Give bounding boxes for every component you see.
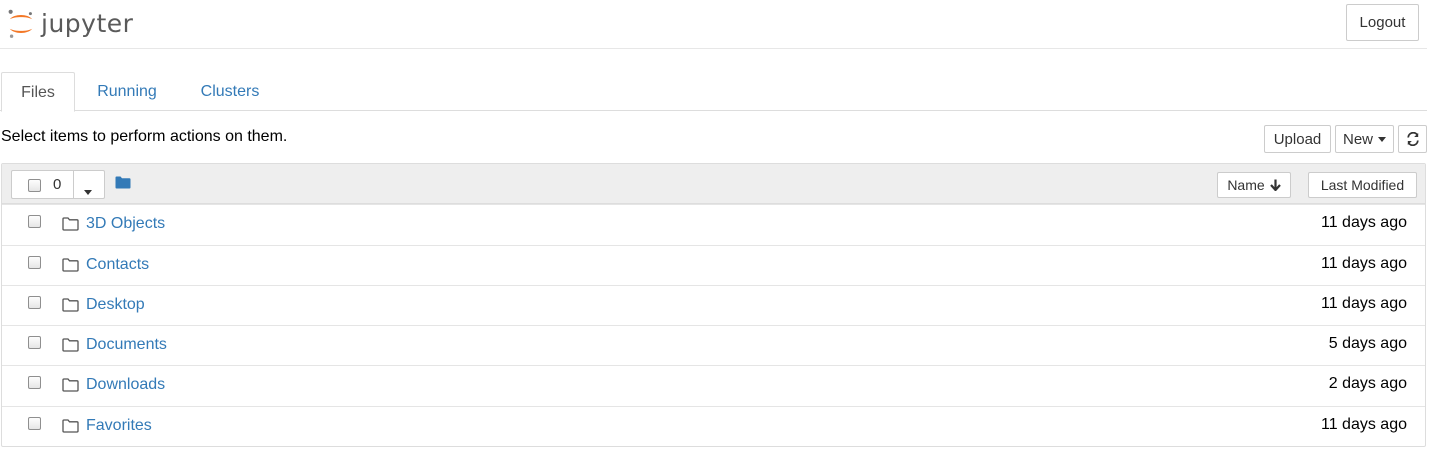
jupyter-logo-icon bbox=[8, 9, 33, 38]
item-name-link[interactable]: Contacts bbox=[86, 256, 149, 274]
item-checkbox[interactable] bbox=[28, 215, 41, 228]
folder-icon bbox=[62, 378, 79, 392]
item-checkbox[interactable] bbox=[28, 336, 41, 349]
logout-button[interactable]: Logout bbox=[1346, 4, 1419, 41]
item-modified: 2 days ago bbox=[1328, 375, 1407, 392]
jupyter-logo[interactable]: jupyter bbox=[6, 6, 133, 42]
tab-bar: Files Running Clusters bbox=[0, 72, 1427, 112]
list-item[interactable]: Favorites 11 days ago bbox=[2, 406, 1425, 446]
folder-icon bbox=[62, 338, 79, 352]
sort-by-name-button[interactable]: Name bbox=[1217, 172, 1291, 198]
list-item[interactable]: 3D Objects 11 days ago bbox=[2, 204, 1425, 244]
item-name-link[interactable]: Favorites bbox=[86, 417, 152, 435]
item-modified: 11 days ago bbox=[1321, 416, 1407, 433]
folder-icon bbox=[62, 298, 79, 312]
refresh-icon bbox=[1406, 132, 1419, 146]
chevron-down-icon bbox=[84, 190, 92, 195]
item-modified: 5 days ago bbox=[1328, 335, 1407, 352]
selection-dropdown[interactable] bbox=[84, 182, 92, 199]
item-modified: 11 days ago bbox=[1321, 255, 1407, 272]
folder-icon[interactable] bbox=[115, 176, 131, 189]
tab-running[interactable]: Running bbox=[86, 72, 168, 111]
selected-count: 0 bbox=[53, 176, 62, 193]
file-list-header: 0 Name Last Modified bbox=[2, 164, 1425, 204]
select-all-group: 0 bbox=[11, 170, 105, 199]
folder-icon bbox=[62, 217, 79, 231]
item-checkbox[interactable] bbox=[28, 296, 41, 309]
select-divider bbox=[73, 171, 74, 198]
item-checkbox[interactable] bbox=[28, 376, 41, 389]
new-button-label: New bbox=[1342, 130, 1373, 148]
item-name-link[interactable]: Documents bbox=[86, 336, 167, 354]
select-all-checkbox[interactable] bbox=[28, 179, 41, 192]
chevron-down-icon bbox=[1378, 136, 1386, 142]
list-item[interactable]: Contacts 11 days ago bbox=[2, 245, 1425, 285]
refresh-button[interactable] bbox=[1398, 125, 1427, 153]
item-modified: 11 days ago bbox=[1321, 295, 1407, 312]
item-name-link[interactable]: 3D Objects bbox=[86, 215, 165, 233]
list-item[interactable]: Desktop 11 days ago bbox=[2, 285, 1425, 325]
upload-button[interactable]: Upload bbox=[1264, 125, 1331, 153]
logo-text: jupyter bbox=[41, 8, 134, 38]
list-item[interactable]: Downloads 2 days ago bbox=[2, 365, 1425, 405]
file-list: 0 Name Last Modified 3D Objects 11 days … bbox=[1, 163, 1426, 447]
header: jupyter Logout bbox=[0, 0, 1427, 49]
item-name-link[interactable]: Downloads bbox=[86, 376, 165, 394]
arrow-down-icon bbox=[1269, 179, 1281, 191]
list-item[interactable]: Documents 5 days ago bbox=[2, 325, 1425, 365]
tab-files[interactable]: Files bbox=[1, 72, 75, 112]
sort-by-last-modified-button[interactable]: Last Modified bbox=[1308, 172, 1417, 198]
new-dropdown-button[interactable]: New bbox=[1335, 125, 1394, 153]
folder-icon bbox=[62, 419, 79, 433]
selection-hint: Select items to perform actions on them. bbox=[1, 128, 288, 145]
item-modified: 11 days ago bbox=[1321, 214, 1407, 231]
item-checkbox[interactable] bbox=[28, 417, 41, 430]
item-checkbox[interactable] bbox=[28, 256, 41, 269]
sort-by-name-label: Name bbox=[1227, 177, 1265, 193]
tab-clusters[interactable]: Clusters bbox=[189, 72, 271, 111]
folder-icon bbox=[62, 258, 79, 272]
item-name-link[interactable]: Desktop bbox=[86, 296, 145, 314]
